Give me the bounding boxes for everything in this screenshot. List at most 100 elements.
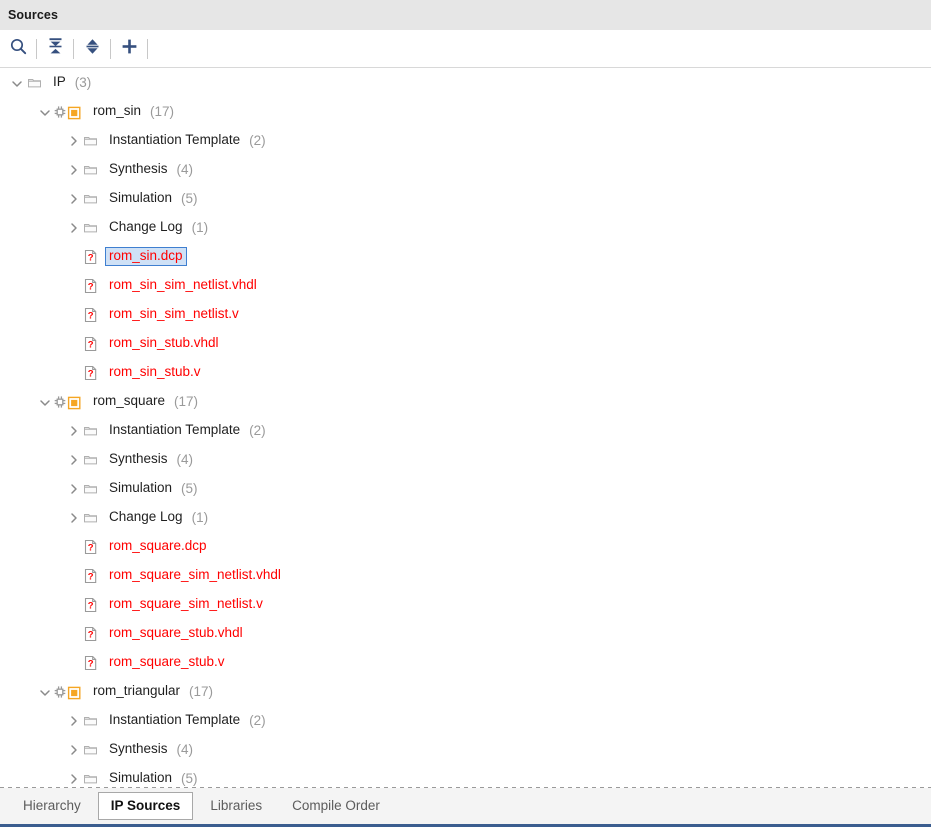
tree-row[interactable]: Simulation (5) [0,184,931,213]
tree-row-label-box: Synthesis [105,740,172,759]
chevron-right-icon[interactable] [64,770,82,788]
tree-row-label-box: Simulation [105,189,176,208]
tree-row-label-box: Synthesis [105,160,172,179]
tree-row-label: Change Log [109,219,183,235]
tree-row[interactable]: Instantiation Template (2) [0,126,931,155]
tree-row-label: rom_sin.dcp [109,248,183,264]
chevron-down-icon[interactable] [36,683,54,701]
tree-row-label-box: Simulation [105,479,176,498]
tree-row[interactable]: ? rom_sin_sim_netlist.vhdl [0,271,931,300]
tree-row[interactable]: Instantiation Template (2) [0,416,931,445]
tree-row-label: Synthesis [109,161,168,177]
folder-icon [82,161,100,179]
tree-row[interactable]: ? rom_square_sim_netlist.v [0,590,931,619]
tree-row-label-box: rom_square [89,392,169,411]
missing-file-icon: ? [82,335,100,353]
folder-icon [82,132,100,150]
tree-row-label: rom_square_sim_netlist.vhdl [109,567,281,583]
chevron-right-icon[interactable] [64,219,82,237]
tree-row[interactable]: rom_square (17) [0,387,931,416]
tree-row-count: (1) [191,220,209,235]
tree-row-count: (2) [249,423,266,438]
chevron-down-icon[interactable] [8,74,26,92]
expand-all-button[interactable] [74,31,110,67]
svg-text:?: ? [88,629,94,640]
tree-row[interactable]: Synthesis (4) [0,445,931,474]
tree-row[interactable]: Synthesis (4) [0,735,931,764]
tree-row-label: IP [53,74,66,90]
tree-row[interactable]: rom_triangular (17) [0,677,931,706]
sources-tree-container[interactable]: IP (3) rom_sin (17) Instantiation Template (2… [0,68,931,787]
tree-row[interactable]: IP (3) [0,68,931,97]
tree-row[interactable]: Change Log (1) [0,213,931,242]
tree-row[interactable]: ? rom_sin.dcp [0,242,931,271]
tree-row-count: (17) [189,684,214,699]
tree-row[interactable]: ? rom_sin_stub.vhdl [0,329,931,358]
chevron-right-icon[interactable] [64,741,82,759]
search-icon [9,37,28,61]
svg-text:?: ? [88,252,94,263]
tree-row[interactable]: ? rom_sin_stub.v [0,358,931,387]
svg-text:?: ? [88,542,94,553]
tree-row-label-box: rom_sin_sim_netlist.v [105,305,243,324]
tree-row[interactable]: ? rom_square_stub.vhdl [0,619,931,648]
tree-row-label-box: Instantiation Template [105,131,244,150]
tree-row-count: (5) [181,481,198,496]
chevron-right-icon[interactable] [64,132,82,150]
tree-row[interactable]: ? rom_square.dcp [0,532,931,561]
folder-icon [82,712,100,730]
tree-row-label-box: rom_square_sim_netlist.vhdl [105,566,285,585]
ip-core-icon [54,103,84,121]
svg-text:?: ? [88,339,94,350]
tree-row[interactable]: ? rom_sin_sim_netlist.v [0,300,931,329]
chevron-right-icon[interactable] [64,161,82,179]
tree-row[interactable]: Synthesis (4) [0,155,931,184]
chevron-right-icon[interactable] [64,509,82,527]
svg-text:?: ? [88,600,94,611]
tree-row[interactable]: Simulation (5) [0,474,931,503]
tree-row-label: rom_sin_sim_netlist.vhdl [109,277,257,293]
chevron-down-icon[interactable] [36,103,54,121]
tree-row-label-box: rom_square_sim_netlist.v [105,595,267,614]
chevron-right-icon[interactable] [64,422,82,440]
tree-row-label-box: Synthesis [105,450,172,469]
tree-row-label-box: rom_sin_stub.v [105,363,205,382]
tree-row[interactable]: Instantiation Template (2) [0,706,931,735]
collapse-all-button[interactable] [37,31,73,67]
view-tabbar: Hierarchy IP Sources Libraries Compile Orde… [0,788,931,824]
tab-label: Compile Order [292,797,380,813]
chevron-down-icon[interactable] [36,393,54,411]
chevron-right-icon[interactable] [64,712,82,730]
missing-file-icon: ? [82,277,100,295]
tab-ip-sources[interactable]: IP Sources [97,791,194,821]
add-sources-button[interactable] [111,31,147,67]
tree-row-label: rom_square_sim_netlist.v [109,596,263,612]
tree-row-count: (5) [181,771,198,786]
folder-icon [82,480,100,498]
svg-text:?: ? [88,281,94,292]
folder-icon [82,422,100,440]
tree-row[interactable]: Change Log (1) [0,503,931,532]
tree-row-label-box: rom_sin_sim_netlist.vhdl [105,276,261,295]
tree-row-label: rom_sin_stub.v [109,364,201,380]
search-button[interactable] [0,31,36,67]
tree-row-label: rom_square_stub.vhdl [109,625,243,641]
tree-row[interactable]: ? rom_square_sim_netlist.vhdl [0,561,931,590]
tab-hierarchy[interactable]: Hierarchy [10,792,94,820]
chevron-right-icon[interactable] [64,480,82,498]
tab-libraries[interactable]: Libraries [197,792,275,820]
tree-row[interactable]: Simulation (5) [0,764,931,787]
tree-row[interactable]: rom_sin (17) [0,97,931,126]
chevron-right-icon[interactable] [64,451,82,469]
missing-file-icon: ? [82,306,100,324]
folder-icon [82,219,100,237]
tab-compile-order[interactable]: Compile Order [279,792,393,820]
tree-row-label-box: rom_square.dcp [105,537,211,556]
tree-row-label-box: Change Log [105,508,187,527]
tree-row-label: Simulation [109,190,173,206]
chevron-right-icon[interactable] [64,190,82,208]
svg-text:?: ? [88,571,94,582]
tree-row[interactable]: ? rom_square_stub.v [0,648,931,677]
tree-row-label-box: Simulation [105,769,176,787]
tree-row-label: rom_sin [93,103,142,119]
